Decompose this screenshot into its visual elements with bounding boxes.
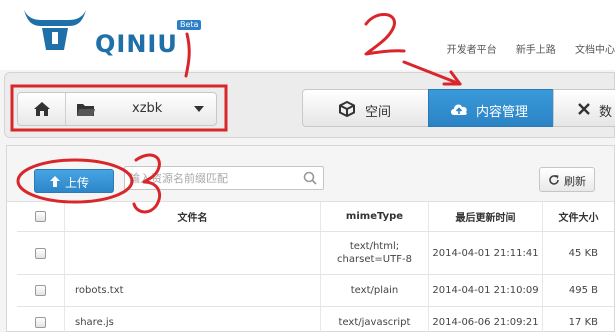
tab-content-management-label: 内容管理 [476,105,529,120]
content-panel: 上传 刷新 文件名 mimeType 最后更新时间 文件大小 [6,145,615,332]
refresh-button[interactable]: 刷新 [539,167,595,192]
arrow-up-icon [50,176,60,187]
mime-type-cell: text/html; charset=UTF-8 [321,232,429,274]
refresh-label: 刷新 [564,175,586,188]
row-checkbox[interactable] [35,247,46,259]
bucket-toolbar: xzbk 空间 内容管理 数 [4,72,615,138]
cloud-upload-icon [451,104,467,115]
select-all-checkbox[interactable] [35,211,46,222]
main-tabs: 空间 内容管理 数 [302,89,615,127]
table-row[interactable]: text/html; charset=UTF-8 2014-04-01 21:1… [17,232,614,275]
row-checkbox-cell [17,232,65,274]
updated-time-cell: 2014-06-06 21:09:21 [429,307,543,332]
cross-arrows-icon [578,103,590,115]
upload-button[interactable]: 上传 [34,169,114,193]
table-header-row: 文件名 mimeType 最后更新时间 文件大小 [17,202,614,232]
search-icon[interactable] [303,171,317,185]
file-table: 文件名 mimeType 最后更新时间 文件大小 text/html; char… [17,202,614,332]
updated-time-cell: 2014-04-01 21:10:09 [429,275,543,306]
action-bar: 上传 刷新 [7,146,614,202]
column-header-size[interactable]: 文件大小 [543,202,614,231]
row-checkbox[interactable] [35,285,46,296]
chevron-down-icon [194,106,204,112]
top-header: QINIU Beta 开发者平台 新手上路 文档中心 [0,0,615,70]
file-name-cell[interactable] [65,232,321,274]
column-header-updated[interactable]: 最后更新时间 [429,202,543,231]
top-nav: 开发者平台 新手上路 文档中心 [431,41,615,56]
file-size-cell: 495 B [568,285,598,296]
qiniu-logo[interactable]: QINIU Beta [20,6,202,64]
cube-icon [339,101,355,117]
search-field[interactable] [124,166,324,190]
updated-time-cell: 2014-04-01 21:11:41 [429,232,543,274]
column-header-mimetype[interactable]: mimeType [321,202,429,231]
mime-type-cell: text/plain [321,275,429,306]
folder-icon [77,104,95,116]
tab-data-label: 数 [599,105,613,120]
mime-type-cell: text/javascript [321,307,429,332]
home-button[interactable] [18,93,66,125]
row-checkbox[interactable] [35,317,46,328]
row-checkbox-cell [17,275,65,306]
row-checkbox-cell [17,307,65,332]
nav-getting-started[interactable]: 新手上路 [516,45,556,56]
table-row[interactable]: robots.txt text/plain 2014-04-01 21:10:0… [17,275,614,307]
column-header-filename[interactable]: 文件名 [65,202,321,231]
ox-head-logo-icon [24,10,86,50]
tab-space-label: 空间 [365,105,392,120]
file-size-cell: 45 KB [568,247,598,259]
bucket-name: xzbk [132,101,163,116]
logo-wordmark: QINIU [95,30,178,58]
tab-data[interactable]: 数 [553,89,615,127]
file-name-cell[interactable]: robots.txt [65,275,321,306]
file-name-cell[interactable]: share.js [65,307,321,332]
beta-badge: Beta [177,20,202,30]
refresh-icon [549,175,559,185]
tab-content-management[interactable]: 内容管理 [428,89,554,127]
table-row[interactable]: share.js text/javascript 2014-06-06 21:0… [17,307,614,332]
nav-docs-center[interactable]: 文档中心 [575,45,615,56]
tab-space[interactable]: 空间 [302,89,429,127]
bucket-selector[interactable]: xzbk [17,92,217,126]
file-size-cell: 17 KB [568,317,598,328]
search-input[interactable] [129,169,297,187]
upload-label: 上传 [65,176,90,190]
home-icon [34,102,50,116]
nav-developer-platform[interactable]: 开发者平台 [447,45,497,56]
header-checkbox-cell [17,202,65,231]
